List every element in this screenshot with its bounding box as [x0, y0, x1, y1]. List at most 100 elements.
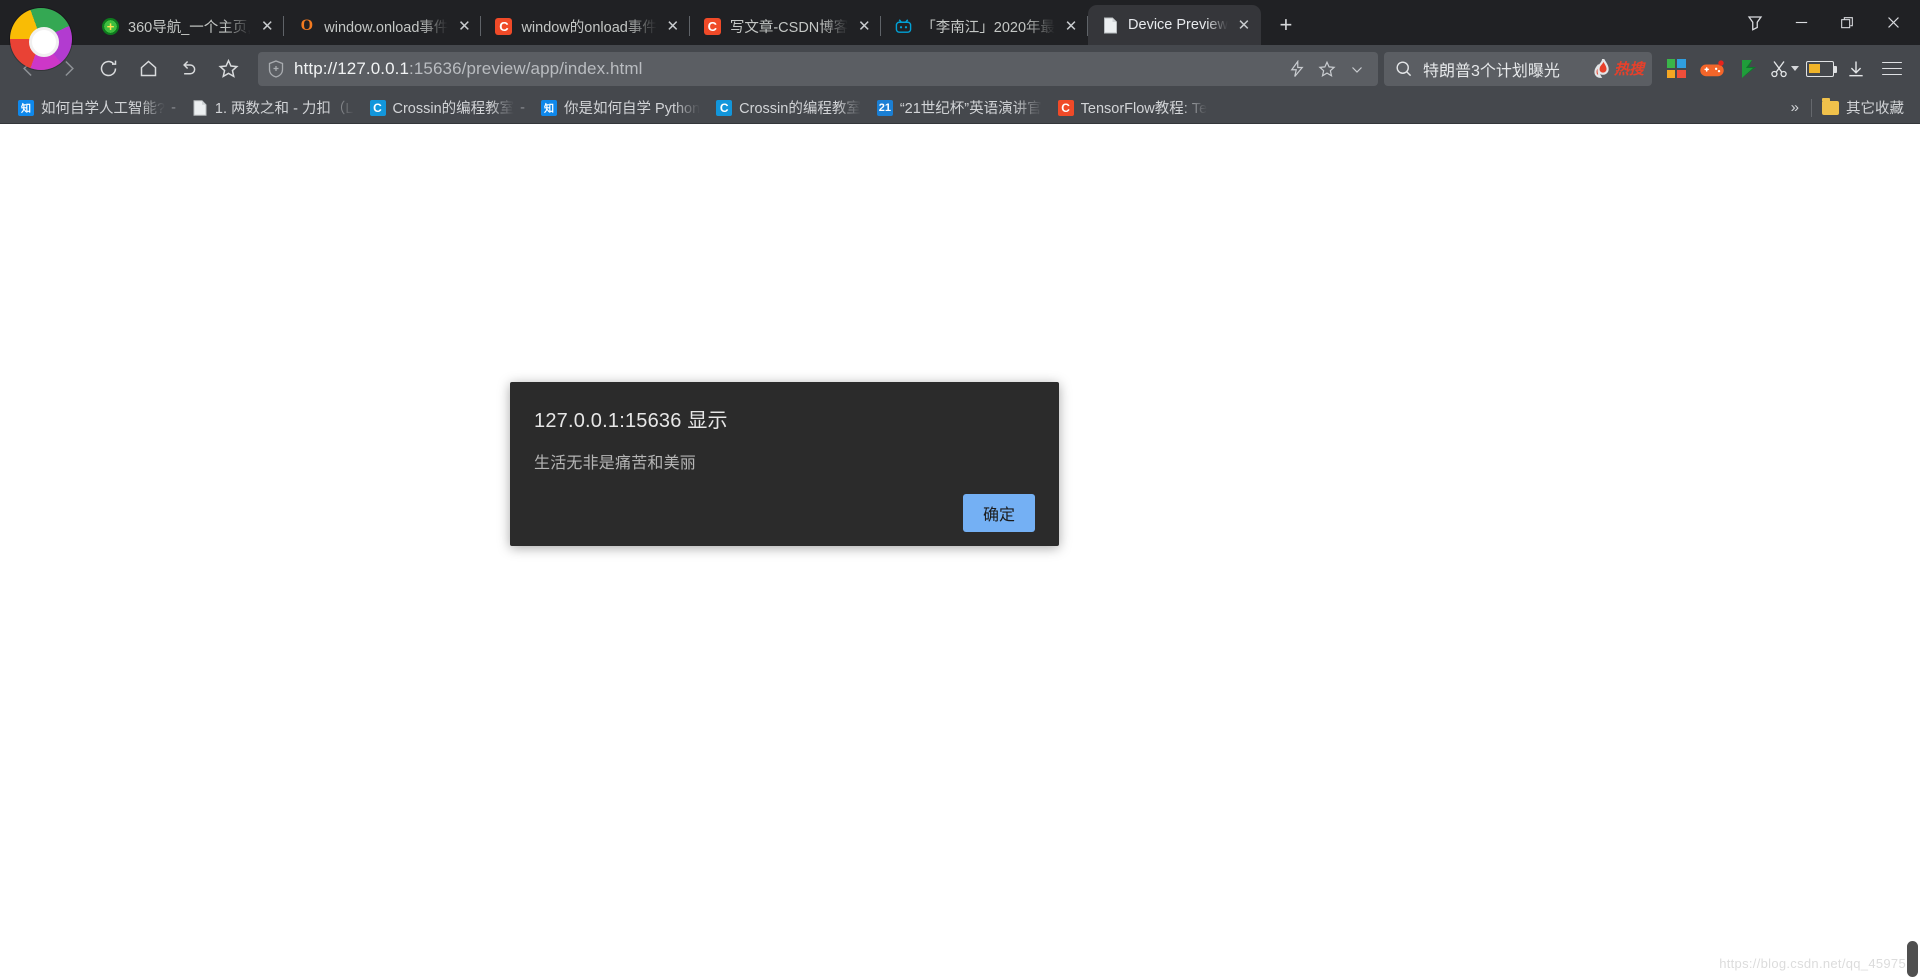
bookmarks-bar: 知 如何自学人工智能? - 1. 两数之和 - 力扣（L C Crossin的编… [0, 92, 1920, 124]
other-bookmarks-label: 其它收藏 [1846, 101, 1904, 117]
tab-bilibili-linanjiang[interactable]: 「李南江」2020年最 ✕ [881, 7, 1088, 45]
chevron-down-icon[interactable] [1342, 54, 1372, 84]
home-icon[interactable] [128, 49, 168, 89]
url-path: :15636/preview/app/index.html [409, 58, 643, 78]
other-bookmarks-button[interactable]: 其它收藏 [1812, 97, 1914, 118]
leaf-glyph [1741, 59, 1756, 78]
bookmark-item[interactable]: C Crossin的编程教室 [708, 95, 869, 121]
microsoft-grid-icon[interactable] [1658, 49, 1694, 89]
bookmark-label: 1. 两数之和 - 力扣（L [214, 101, 354, 117]
tab-strip: 360导航_一个主页, ✕ O window.onload事件 ✕ C wind… [0, 0, 1920, 70]
chrome-logo-icon [10, 8, 72, 70]
csdn-icon: C [703, 17, 721, 35]
bookmark-suffix: - [171, 99, 176, 116]
csdn-blue-icon: C [369, 99, 386, 116]
search-query: 特朗普3个计划曝光 [1423, 62, 1560, 80]
tab-360-navigation[interactable]: 360导航_一个主页, ✕ [88, 7, 285, 45]
hot-search-badge[interactable]: 热搜 [1593, 58, 1644, 79]
download-icon[interactable] [1838, 49, 1874, 89]
bilibili-icon [895, 18, 912, 35]
gamepad-glyph [1700, 59, 1724, 76]
bookmark-item[interactable]: 21 “21世纪杯”英语演讲官 [869, 95, 1050, 121]
search-box[interactable]: 特朗普3个计划曝光 热搜 [1384, 51, 1652, 86]
minimize-button[interactable] [1778, 0, 1824, 45]
reload-icon[interactable] [88, 49, 128, 89]
bookmark-item[interactable]: C Crossin的编程教室 - [362, 95, 534, 121]
tab-close-icon[interactable]: ✕ [256, 15, 278, 37]
dialog-title: 127.0.0.1:15636 显示 [534, 410, 728, 432]
tab-close-icon[interactable]: ✕ [853, 15, 875, 37]
page-icon [192, 99, 208, 116]
dialog-message: 生活无非是痛苦和美丽 [534, 455, 697, 472]
opera-o-icon: O [300, 17, 314, 35]
watermark-text: https://blog.csdn.net/qq_45975 [1719, 956, 1906, 971]
menu-glyph [1882, 61, 1902, 76]
scissors-icon[interactable] [1766, 49, 1802, 89]
tab-search-icon[interactable] [1732, 0, 1778, 45]
scissors-glyph [1771, 60, 1787, 77]
star-outline-icon[interactable] [1312, 54, 1342, 84]
bookmark-suffix: - [520, 99, 525, 116]
battery-icon[interactable] [1802, 49, 1838, 89]
tab-write-article-csdn[interactable]: C 写文章-CSDN博客 ✕ [690, 7, 882, 45]
zhihu-icon: 知 [541, 99, 557, 116]
tab-device-preview[interactable]: Device Preview ✕ [1088, 5, 1261, 45]
tab-list: 360导航_一个主页, ✕ O window.onload事件 ✕ C wind… [88, 0, 1303, 45]
new-tab-button[interactable]: + [1269, 8, 1303, 42]
undo-icon[interactable] [168, 49, 208, 89]
bookmark-star-icon[interactable] [208, 49, 248, 89]
tab-title: 「李南江」2020年最 [921, 19, 1056, 36]
bookmark-label: Crossin的编程教室 [739, 101, 861, 117]
tab-title: 360导航_一个主页, [128, 19, 252, 36]
zhihu-icon: 知 [18, 99, 34, 116]
hot-search-label: 热搜 [1613, 62, 1644, 78]
csdn-blue-icon: C [716, 99, 733, 116]
url-host: http://127.0.0.1 [294, 58, 410, 78]
bookmark-item[interactable]: C TensorFlow教程: Te [1050, 95, 1216, 121]
gamepad-icon[interactable] [1694, 49, 1730, 89]
microsoft-grid-glyph [1666, 59, 1686, 78]
window-controls [1732, 0, 1920, 45]
leaf-icon[interactable] [1730, 49, 1766, 89]
bookmarks-overflow-button[interactable]: » [1779, 99, 1811, 116]
url-text: http://127.0.0.1:15636/preview/app/index… [294, 59, 1282, 79]
scissors-dropdown-caret-icon[interactable] [1791, 66, 1799, 71]
battery-glyph [1806, 60, 1837, 77]
tab-close-icon[interactable]: ✕ [662, 15, 684, 37]
tab-title: window.onload事件 [324, 19, 449, 36]
page-viewport: 127.0.0.1:15636 显示 生活无非是痛苦和美丽 确定 https:/… [0, 124, 1920, 979]
page-icon [1102, 17, 1119, 34]
tab-window-onload-event[interactable]: O window.onload事件 ✕ [284, 7, 482, 45]
bookmark-item[interactable]: 知 如何自学人工智能? - [10, 95, 184, 121]
tab-title: Device Preview [1128, 17, 1228, 33]
tab-close-icon[interactable]: ✕ [453, 15, 475, 37]
folder-icon [1822, 97, 1839, 115]
bookmark-item[interactable]: 知 你是如何自学 Python [533, 95, 708, 121]
bookmark-label: TensorFlow教程: Te [1080, 101, 1208, 117]
lightning-icon[interactable] [1282, 54, 1312, 84]
bookmark-label: “21世纪杯”英语演讲官 [899, 101, 1042, 117]
menu-icon[interactable] [1874, 49, 1910, 89]
bookmark-item[interactable]: 1. 两数之和 - 力扣（L [184, 95, 362, 121]
csdn-icon: C [1057, 99, 1074, 116]
close-button[interactable] [1870, 0, 1916, 45]
tab-title: 写文章-CSDN博客 [729, 19, 849, 36]
bookmark-label: 你是如何自学 Python [564, 101, 701, 117]
flame-icon [1594, 59, 1609, 78]
dialog-ok-button[interactable]: 确定 [963, 494, 1035, 532]
tab-close-icon[interactable]: ✕ [1233, 14, 1255, 36]
javascript-alert-dialog: 127.0.0.1:15636 显示 生活无非是痛苦和美丽 确定 [510, 382, 1059, 546]
scrollbar-thumb[interactable] [1907, 941, 1918, 977]
tab-close-icon[interactable]: ✕ [1060, 15, 1082, 37]
bookmark-label: Crossin的编程教室 [392, 101, 515, 117]
tab-window-onload-csdn[interactable]: C window的onload事件 ✕ [481, 7, 691, 45]
bookmark-label: 如何自学人工智能? [41, 101, 166, 117]
360-icon [102, 17, 119, 35]
browser-window: 360导航_一个主页, ✕ O window.onload事件 ✕ C wind… [0, 0, 1920, 979]
maximize-button[interactable] [1824, 0, 1870, 45]
tab-title: window的onload事件 [521, 19, 657, 36]
dialog-actions: 确定 [534, 494, 1035, 532]
21-icon: 21 [876, 99, 893, 116]
address-bar[interactable]: http://127.0.0.1:15636/preview/app/index… [258, 51, 1378, 86]
shield-icon [268, 59, 284, 78]
